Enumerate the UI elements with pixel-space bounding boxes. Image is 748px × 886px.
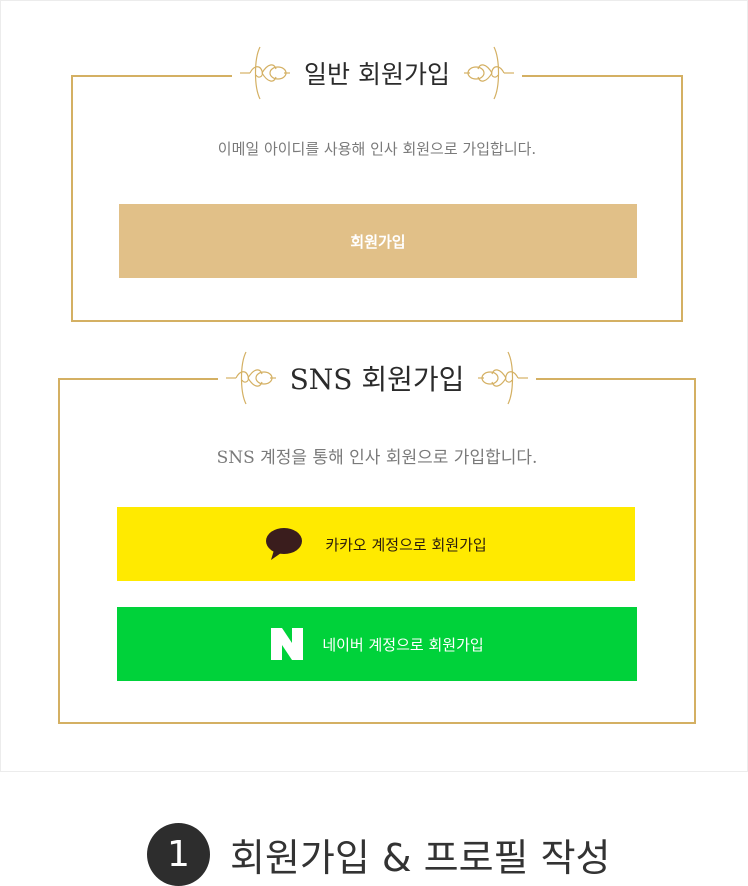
general-signup-description: 이메일 아이디를 사용해 인사 회원으로 가입합니다. — [217, 140, 537, 158]
general-signup-section: 일반 회원가입 이메일 아이디를 사용해 인사 회원으로 가입합니다. 회원가입 — [71, 45, 683, 322]
step-heading: 1 회원가입 & 프로필 작성 — [147, 823, 611, 886]
sns-signup-section: SNS 회원가입 SNS 계정을 통해 인사 회원으로 가입합니다. 카카오 계… — [58, 350, 696, 724]
flourish-ornament-right-icon — [463, 46, 514, 100]
flourish-ornament-right-icon — [478, 351, 529, 405]
general-signup-button[interactable]: 회원가입 — [119, 204, 637, 278]
kakao-signup-button[interactable]: 카카오 계정으로 회원가입 — [117, 507, 635, 581]
naver-n-icon — [271, 628, 304, 660]
flourish-ornament-left-icon — [225, 351, 276, 405]
general-signup-title: 일반 회원가입 — [304, 60, 450, 89]
kakao-speech-bubble-icon — [266, 528, 303, 560]
sns-signup-description: SNS 계정을 통해 인사 회원으로 가입합니다. — [216, 448, 538, 468]
general-signup-button-label: 회원가입 — [350, 232, 406, 251]
step-number-badge: 1 — [147, 823, 210, 886]
naver-signup-button-label: 네이버 계정으로 회원가입 — [322, 635, 484, 654]
signup-panel: 일반 회원가입 이메일 아이디를 사용해 인사 회원으로 가입합니다. 회원가입 — [0, 0, 748, 772]
kakao-signup-button-label: 카카오 계정으로 회원가입 — [325, 535, 487, 554]
naver-signup-button[interactable]: 네이버 계정으로 회원가입 — [117, 607, 637, 681]
sns-signup-title: SNS 회원가입 — [289, 363, 465, 396]
flourish-ornament-left-icon — [240, 46, 291, 100]
step-title: 회원가입 & 프로필 작성 — [230, 836, 611, 880]
